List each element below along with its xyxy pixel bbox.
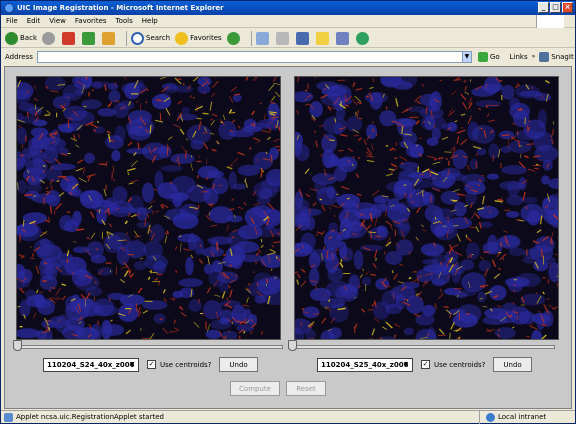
menu-file[interactable]: File [6, 17, 18, 25]
right-image-select-value: 110204_S25_40x_z006 [321, 360, 409, 369]
zone-label: Local intranet [498, 413, 547, 421]
security-zone: Local intranet [479, 410, 547, 424]
left-fluorescence-image [17, 77, 280, 339]
media-icon [226, 31, 240, 45]
applet-area: 110204_S24_40x_z006 ▼ ✓ Use centroids? U… [4, 66, 572, 409]
menu-tools[interactable]: Tools [116, 17, 133, 25]
messenger-icon [355, 31, 369, 45]
address-input[interactable]: ▼ [36, 50, 472, 63]
chevron-down-icon: ▼ [129, 360, 135, 368]
windows-flag-icon [536, 15, 564, 28]
discuss-icon [315, 31, 329, 45]
ie-logo-icon [4, 3, 14, 13]
stop-button[interactable] [62, 31, 77, 45]
edit-icon [295, 31, 309, 45]
refresh-icon [82, 31, 95, 45]
forward-icon [42, 31, 55, 45]
chevron-down-icon: ▼ [403, 360, 409, 368]
search-button[interactable]: Search [131, 31, 171, 45]
right-slice-slider-thumb[interactable] [288, 340, 297, 351]
window-title: UIC Image Registration - Microsoft Inter… [17, 4, 224, 12]
mail-button[interactable] [255, 31, 271, 45]
snagit-icon [539, 51, 550, 62]
back-label: Back [20, 34, 37, 42]
right-slice-slider-track[interactable] [288, 345, 555, 349]
right-controls: 110204_S25_40x_z006 ▼ ✓ Use centroids? U… [317, 357, 532, 372]
mail-icon [255, 31, 269, 45]
right-image-select[interactable]: 110204_S25_40x_z006 ▼ [317, 357, 413, 372]
address-bar: Address ▼ Go Links » SnagIt [1, 49, 575, 64]
left-image-viewer[interactable] [16, 76, 281, 340]
minimize-button[interactable]: _ [538, 2, 549, 13]
print-icon [275, 31, 289, 45]
print-button[interactable] [275, 31, 291, 45]
menu-edit[interactable]: Edit [27, 17, 41, 25]
snagit-label: SnagIt [551, 52, 574, 61]
right-undo-button[interactable]: Undo [493, 357, 532, 372]
compute-button[interactable]: Compute [230, 381, 280, 396]
action-buttons: Compute Reset [230, 381, 326, 396]
search-icon [131, 31, 144, 45]
right-centroids-checkbox[interactable]: ✓ Use centroids? [421, 360, 485, 369]
right-fluorescence-image [295, 77, 558, 339]
discuss-button[interactable] [315, 31, 331, 45]
back-icon [5, 31, 18, 45]
status-bar: Applet ncsa.uic.RegistrationApplet start… [1, 410, 575, 424]
go-icon [477, 51, 488, 62]
research-icon [335, 31, 349, 45]
home-icon [102, 31, 115, 45]
left-controls: 110204_S24_40x_z006 ▼ ✓ Use centroids? U… [43, 357, 258, 372]
refresh-button[interactable] [82, 31, 97, 45]
forward-button[interactable] [42, 31, 57, 45]
standard-toolbar: Back Search Favorites [1, 29, 575, 48]
links-button[interactable]: Links [510, 53, 528, 61]
search-label: Search [146, 34, 171, 42]
maximize-button[interactable]: □ [550, 2, 561, 13]
left-centroids-checkbox[interactable]: ✓ Use centroids? [147, 360, 211, 369]
toolbar-separator [126, 30, 127, 46]
left-undo-button[interactable]: Undo [219, 357, 258, 372]
applet-icon [4, 412, 13, 422]
media-button[interactable] [226, 31, 242, 45]
reset-button[interactable]: Reset [286, 381, 326, 396]
go-label: Go [489, 52, 500, 61]
checkbox-icon[interactable]: ✓ [421, 360, 430, 369]
left-slice-slider-track[interactable] [13, 345, 283, 349]
left-image-select[interactable]: 110204_S24_40x_z006 ▼ [43, 357, 139, 372]
menu-view[interactable]: View [49, 17, 66, 25]
back-button[interactable]: Back [5, 31, 37, 45]
left-image-select-value: 110204_S24_40x_z006 [47, 360, 135, 369]
left-centroids-label: Use centroids? [160, 360, 212, 369]
right-centroids-label: Use centroids? [434, 360, 486, 369]
menu-bar: File Edit View Favorites Tools Help [1, 15, 575, 28]
stop-icon [62, 31, 75, 45]
go-button[interactable]: Go [477, 51, 500, 62]
favorites-button[interactable]: Favorites [175, 31, 222, 45]
toolbar-separator [250, 30, 252, 46]
status-message: Applet ncsa.uic.RegistrationApplet start… [16, 413, 164, 421]
checkbox-icon[interactable]: ✓ [147, 360, 156, 369]
snagit-button[interactable]: SnagIt [539, 51, 574, 62]
favorites-icon [175, 31, 189, 45]
title-bar: UIC Image Registration - Microsoft Inter… [1, 1, 575, 15]
chevron-down-icon[interactable]: ▼ [461, 51, 471, 62]
left-slice-slider-thumb[interactable] [13, 340, 22, 351]
menu-favorites[interactable]: Favorites [75, 17, 107, 25]
address-label: Address [5, 52, 33, 61]
menu-help[interactable]: Help [142, 17, 158, 25]
favorites-label: Favorites [190, 34, 222, 42]
research-button[interactable] [335, 31, 351, 45]
status-message-area: Applet ncsa.uic.RegistrationApplet start… [1, 412, 479, 422]
close-button[interactable]: × [562, 2, 573, 13]
home-button[interactable] [102, 31, 117, 45]
right-image-viewer[interactable] [294, 76, 559, 340]
messenger-button[interactable] [355, 31, 371, 45]
edit-button[interactable] [295, 31, 311, 45]
chevron-right-icon: » [531, 53, 536, 60]
browser-window: UIC Image Registration - Microsoft Inter… [0, 0, 576, 424]
zone-icon [486, 412, 495, 422]
